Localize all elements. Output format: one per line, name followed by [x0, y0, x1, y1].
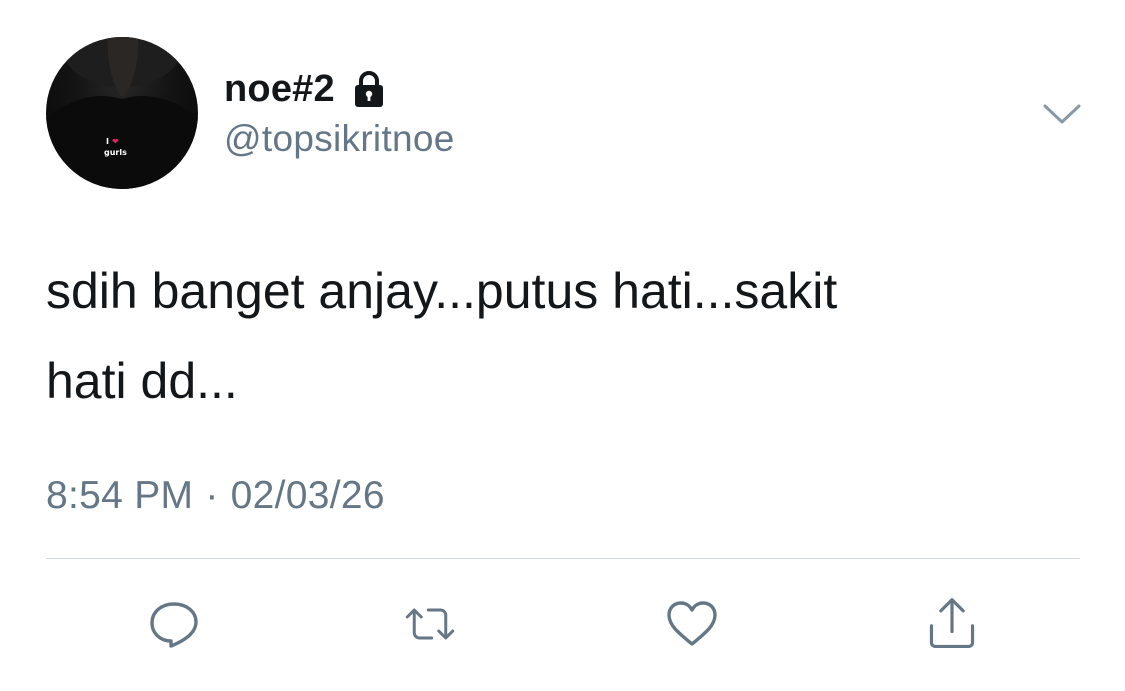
tweet-text: sdih banget anjay...putus hati...sakit h… — [46, 263, 838, 409]
share-icon — [929, 598, 975, 648]
chevron-down-icon[interactable] — [1040, 98, 1084, 128]
avatar[interactable]: I ❤ gurls — [46, 37, 198, 189]
shirt-text-heart: ❤ — [112, 137, 119, 146]
retweet-button[interactable] — [402, 596, 458, 652]
display-name[interactable]: noe#2 — [224, 68, 335, 111]
tweet-timestamp[interactable]: 8:54 PM · 02/03/26 — [46, 474, 385, 518]
heart-icon — [667, 601, 717, 646]
tweet-card: I ❤ gurls noe#2 @topsikritnoe sdih bange… — [0, 0, 1125, 691]
tweet-time: 8:54 PM — [46, 474, 194, 517]
divider — [46, 558, 1080, 559]
tweet-date: 02/03/26 — [230, 474, 385, 517]
like-button[interactable] — [664, 596, 720, 652]
reply-button[interactable] — [146, 596, 202, 652]
user-handle[interactable]: @topsikritnoe — [224, 118, 455, 160]
author-name-row: noe#2 — [224, 66, 389, 112]
shirt-text-i: I — [106, 137, 109, 146]
meta-separator: · — [205, 474, 219, 517]
shirt-text-word: gurls — [104, 148, 127, 157]
avatar-image: I ❤ gurls — [46, 37, 198, 189]
reply-icon — [150, 602, 198, 648]
share-button[interactable] — [924, 596, 980, 652]
lock-icon — [349, 69, 389, 109]
retweet-icon — [405, 608, 455, 640]
